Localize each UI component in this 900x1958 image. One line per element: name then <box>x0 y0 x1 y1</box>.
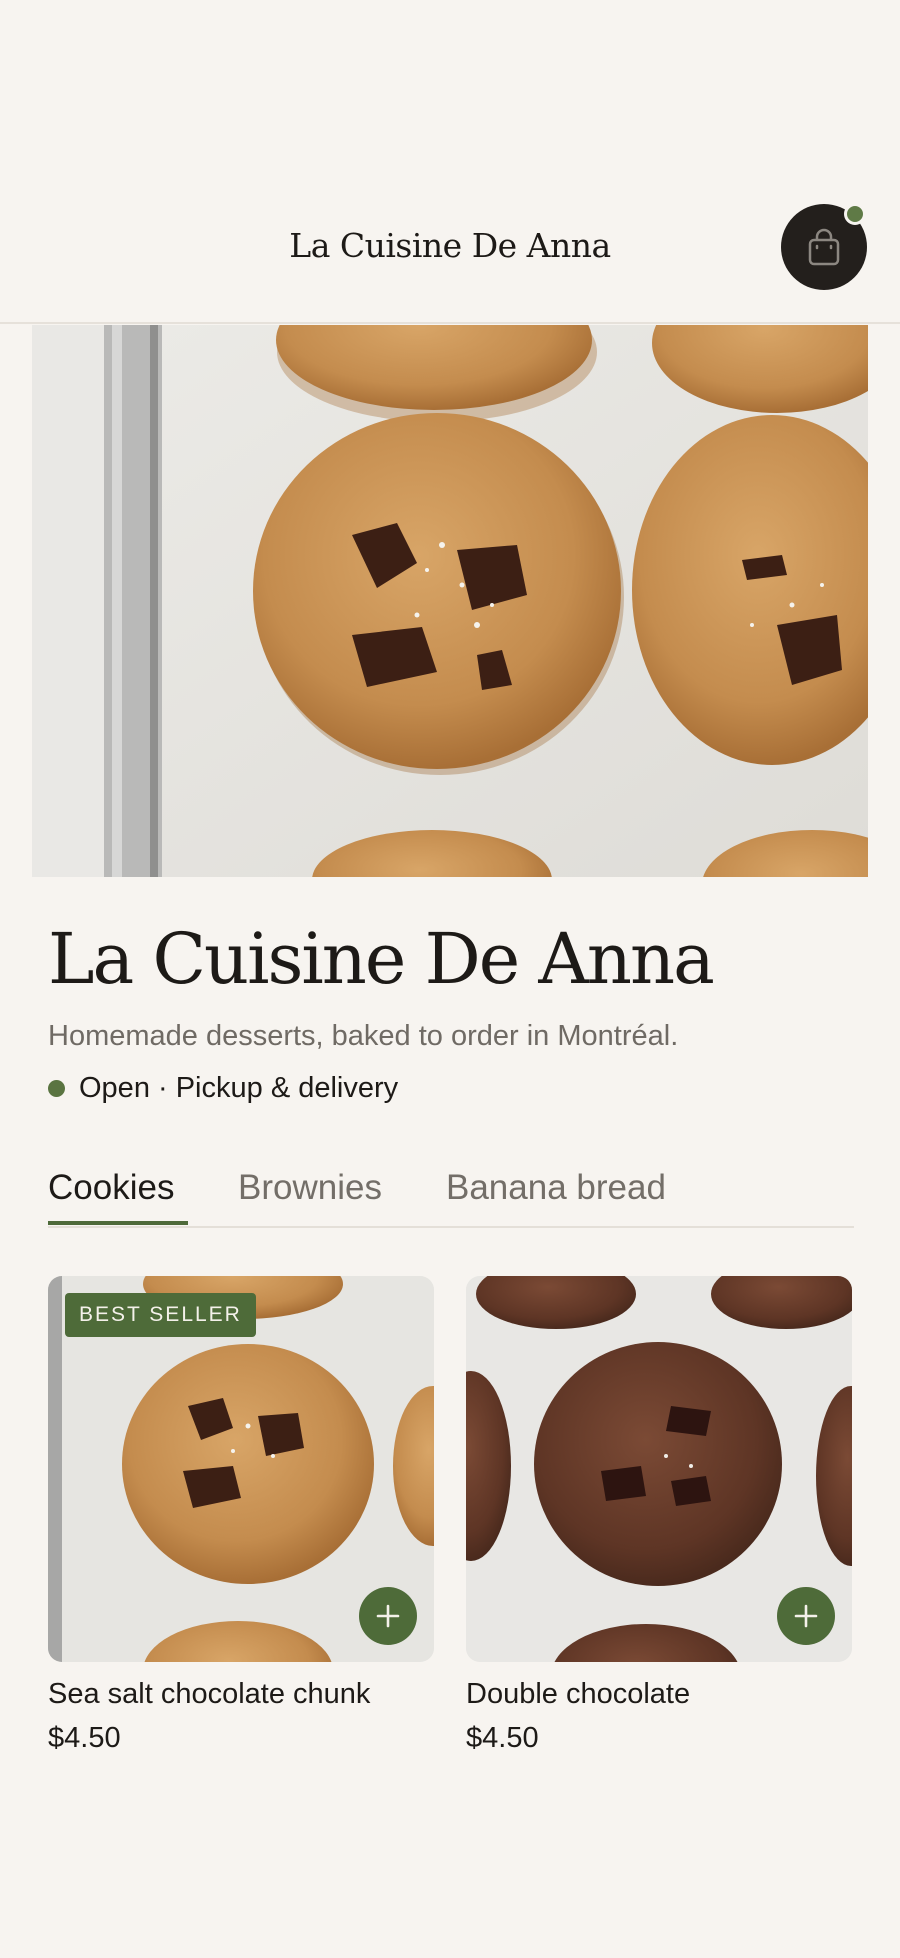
product-name[interactable]: Sea salt chocolate chunk <box>48 1678 370 1711</box>
add-to-cart-button[interactable] <box>777 1587 835 1645</box>
shopping-bag-icon <box>808 228 840 266</box>
product-price: $4.50 <box>48 1722 121 1754</box>
store-status-text: Open · Pickup & delivery <box>79 1072 399 1104</box>
product-price: $4.50 <box>466 1722 539 1754</box>
add-to-cart-button[interactable] <box>359 1587 417 1645</box>
store-status: Open · Pickup & delivery <box>48 1072 398 1105</box>
product-image[interactable]: BEST SELLER <box>48 1276 434 1662</box>
tab-brownies[interactable]: Brownies <box>238 1168 382 1208</box>
store-name: La Cuisine De Anna <box>48 918 715 1000</box>
active-tab-indicator <box>48 1221 188 1225</box>
best-seller-badge: BEST SELLER <box>65 1293 256 1337</box>
plus-icon <box>376 1604 400 1628</box>
app-header: La Cuisine De Anna <box>0 180 900 324</box>
hero-image <box>32 325 868 877</box>
tab-cookies[interactable]: Cookies <box>48 1168 174 1208</box>
category-tabs: Cookies Brownies Banana bread <box>48 1166 854 1228</box>
header-title: La Cuisine De Anna <box>289 226 611 265</box>
store-tagline: Homemade desserts, baked to order in Mon… <box>48 1020 679 1052</box>
product-name[interactable]: Double chocolate <box>466 1678 690 1711</box>
tab-banana-bread[interactable]: Banana bread <box>446 1168 666 1208</box>
product-image[interactable] <box>466 1276 852 1662</box>
plus-icon <box>794 1604 818 1628</box>
cart-button[interactable] <box>781 203 867 290</box>
cart-badge-dot <box>844 203 866 225</box>
open-status-dot-icon <box>48 1080 65 1097</box>
